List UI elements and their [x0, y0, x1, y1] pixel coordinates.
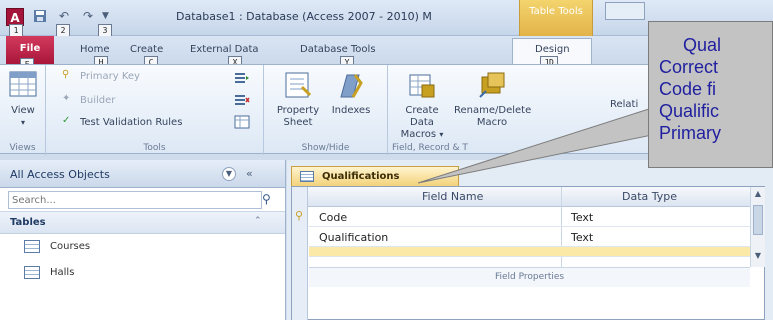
checkmark-icon: ✓	[62, 115, 71, 126]
key-icon: ⚲	[62, 69, 70, 80]
column-header-data-type[interactable]: Data Type	[622, 190, 677, 203]
delete-rows-icon[interactable]	[234, 93, 250, 107]
primary-key-button[interactable]: ⚲ Primary Key	[62, 69, 140, 83]
callout-box: Qual Correct Code fi Qualific Primary	[648, 21, 773, 168]
group-tools: ⚲ Primary Key ✦ Builder ✓ Test Validatio…	[46, 65, 264, 155]
create-data-macros-button[interactable]: Create Data Macros ▾	[392, 69, 452, 141]
chevron-down-icon[interactable]: ▼	[222, 167, 236, 181]
field-name-cell[interactable]: Qualification	[319, 231, 388, 244]
chevron-up-icon[interactable]: ⌃	[254, 216, 262, 226]
primary-key-label: Primary Key	[80, 70, 140, 82]
scroll-thumb[interactable]	[753, 205, 763, 235]
callout-text: Qual Correct Code fi Qualific Primary	[659, 34, 773, 144]
shutter-bar-close-icon[interactable]: «	[246, 167, 253, 180]
property-sheet-icon	[282, 69, 314, 101]
property-sheet-label: Property Sheet	[276, 105, 320, 128]
table-icon	[24, 240, 40, 253]
test-validation-label: Test Validation Rules	[80, 116, 183, 128]
tab-create[interactable]: Create	[130, 44, 163, 55]
undo-icon[interactable]: ↶	[54, 6, 74, 26]
view-button[interactable]: View ▾	[4, 69, 42, 129]
context-tab-table-tools: Table Tools	[519, 0, 593, 36]
group-field-record-table-events: Create Data Macros ▾ Rename/Delete Macro…	[388, 65, 538, 155]
relationships-button[interactable]: Relati	[610, 99, 640, 111]
tab-design-label: Design	[535, 44, 570, 55]
navigation-pane: All Access Objects ▼ « ⚲ Tables ⌃ Course…	[0, 160, 286, 320]
nav-search-box: ⚲	[0, 188, 285, 212]
new-row[interactable]	[309, 247, 750, 257]
field-properties-bar: Field Properties	[309, 267, 750, 287]
view-label: View	[11, 105, 35, 116]
document-tab-label: Qualifications	[322, 171, 400, 182]
group-label-views: Views	[9, 143, 36, 153]
callout-line: Qual	[683, 35, 722, 55]
field-properties-label: Field Properties	[495, 272, 565, 282]
data-type-cell[interactable]: Text	[571, 211, 593, 224]
tab-external-data[interactable]: External Data	[190, 44, 259, 55]
document-area: Qualifications Field Name Data Type Code…	[287, 160, 773, 320]
grid-header-row: Field Name Data Type	[292, 187, 750, 207]
insert-rows-icon[interactable]	[234, 71, 249, 85]
customize-qat-icon[interactable]: ▼	[102, 6, 114, 26]
builder-button[interactable]: ✦ Builder	[62, 93, 115, 107]
create-data-macros-icon	[406, 69, 438, 101]
view-dropdown-icon: ▾	[20, 118, 25, 127]
indexes-button[interactable]: Indexes	[328, 69, 374, 117]
save-icon[interactable]	[30, 6, 50, 26]
column-header-field-name[interactable]: Field Name	[422, 190, 483, 203]
nav-item-label: Courses	[50, 241, 91, 252]
builder-label: Builder	[80, 94, 116, 106]
scroll-down-icon[interactable]: ▼	[752, 251, 764, 265]
search-icon[interactable]: ⚲	[262, 192, 271, 206]
rename-delete-macro-label: Rename/Delete Macro	[454, 105, 532, 128]
data-type-cell[interactable]: Text	[571, 231, 593, 244]
nav-pane-header[interactable]: All Access Objects ▼ «	[0, 160, 285, 188]
quick-access-toolbar: ↶ ↷ ▼	[30, 6, 114, 26]
create-data-macros-label: Create Data Macros	[400, 105, 439, 140]
redo-icon[interactable]: ↷	[78, 6, 98, 26]
table-icon	[24, 266, 40, 279]
group-show-hide: Property Sheet Indexes Show/Hide	[264, 65, 388, 155]
rename-delete-macro-icon	[476, 69, 508, 101]
callout-line: Correct	[659, 57, 719, 77]
wand-icon: ✦	[62, 93, 71, 104]
callout-line: Qualific	[659, 101, 720, 121]
datasheet-view-icon	[7, 69, 39, 101]
group-views: View ▾ Views	[0, 65, 46, 155]
nav-item-halls[interactable]: Halls	[0, 260, 285, 286]
table-row[interactable]: Qualification Text	[309, 227, 750, 247]
group-label-tools: Tools	[143, 143, 166, 153]
row-selector-column	[292, 187, 308, 320]
nav-item-label: Halls	[50, 267, 75, 278]
callout-line: Primary	[659, 123, 721, 143]
relationships-label: Relati	[610, 99, 639, 110]
table-row[interactable]: Code Text	[309, 207, 750, 227]
field-name-cell[interactable]: Code	[319, 211, 347, 224]
scroll-up-icon[interactable]: ▲	[752, 189, 764, 203]
primary-key-icon: ⚲	[295, 209, 304, 222]
nav-item-courses[interactable]: Courses	[0, 234, 285, 260]
group-label-show-hide: Show/Hide	[301, 143, 350, 153]
group-label-field-record-table: Field, Record & T	[392, 143, 468, 153]
callout-line: Code fi	[659, 79, 717, 99]
table-design-grid: Field Name Data Type Code Text ⚲ Qualifi…	[291, 186, 765, 320]
property-sheet-button[interactable]: Property Sheet	[270, 69, 326, 129]
tab-home[interactable]: Home	[80, 44, 110, 55]
window-title: Database1 : Database (Access 2007 - 2010…	[176, 10, 432, 23]
rename-delete-macro-button[interactable]: Rename/Delete Macro	[454, 69, 532, 129]
window-minimize-button[interactable]	[605, 2, 645, 20]
indexes-icon	[335, 69, 367, 101]
nav-group-tables-label: Tables	[10, 217, 46, 228]
nav-search-input[interactable]	[8, 191, 262, 209]
modify-lookups-icon[interactable]	[234, 115, 250, 129]
table-icon	[300, 171, 314, 182]
vertical-scrollbar[interactable]: ▲ ▼	[750, 187, 765, 267]
indexes-label: Indexes	[331, 105, 371, 116]
create-data-macros-dropdown-icon: ▾	[439, 130, 444, 139]
nav-pane-title: All Access Objects	[10, 168, 110, 181]
document-tab-qualifications[interactable]: Qualifications	[291, 166, 459, 186]
test-validation-rules-button[interactable]: ✓ Test Validation Rules	[62, 115, 182, 129]
tab-database-tools[interactable]: Database Tools	[300, 44, 376, 55]
nav-group-tables[interactable]: Tables ⌃	[0, 212, 285, 234]
